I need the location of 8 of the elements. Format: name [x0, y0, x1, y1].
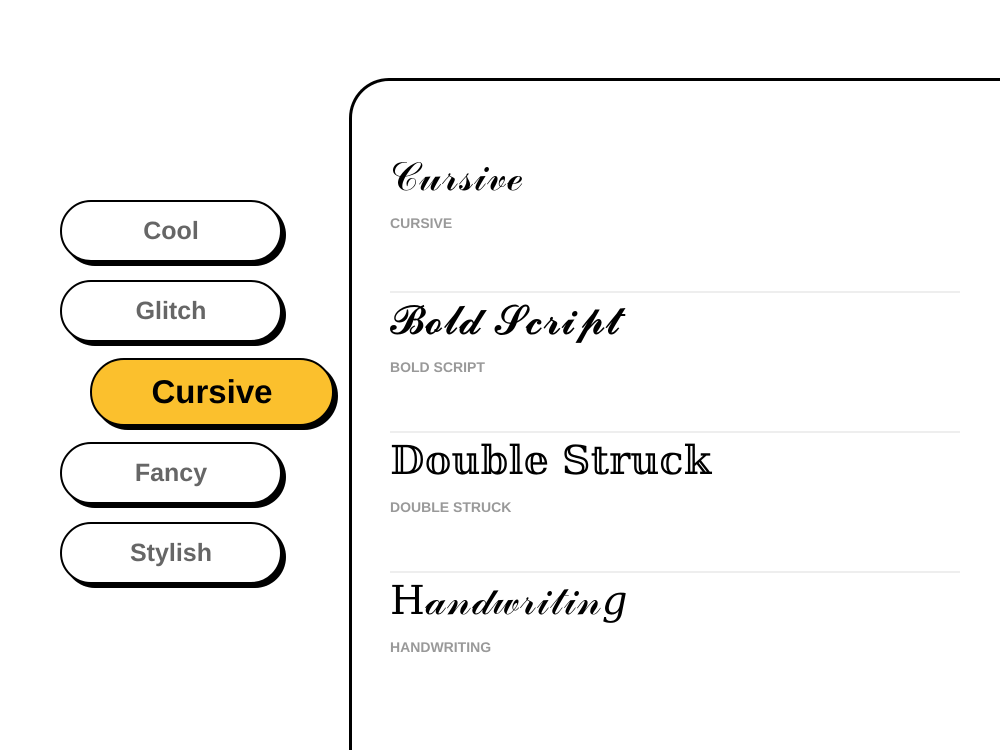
style-name: CURSIVE [390, 215, 454, 231]
style-name: DOUBLE STRUCK [390, 499, 512, 515]
styled-text-sample: 𝒞𝓊𝓇𝓈𝒾𝓋ℯ [390, 153, 524, 202]
styled-text-sample: 𝓑𝓸𝓵𝓭 𝓢𝓬𝓻𝓲𝓹𝓽 [390, 293, 960, 349]
style-name: HANDWRITING [390, 639, 492, 655]
styled-text-sample: H𝒶𝓃𝒹𝓌𝓇𝒾𝓉𝒾𝓃𝑔 [390, 577, 628, 626]
style-name: BOLD SCRIPT [390, 359, 486, 375]
styled-text-sample: 𝔻𝕠𝕦𝕓𝕝𝕖 𝕊𝕥𝕣𝕦𝕔𝕜 [390, 437, 713, 486]
